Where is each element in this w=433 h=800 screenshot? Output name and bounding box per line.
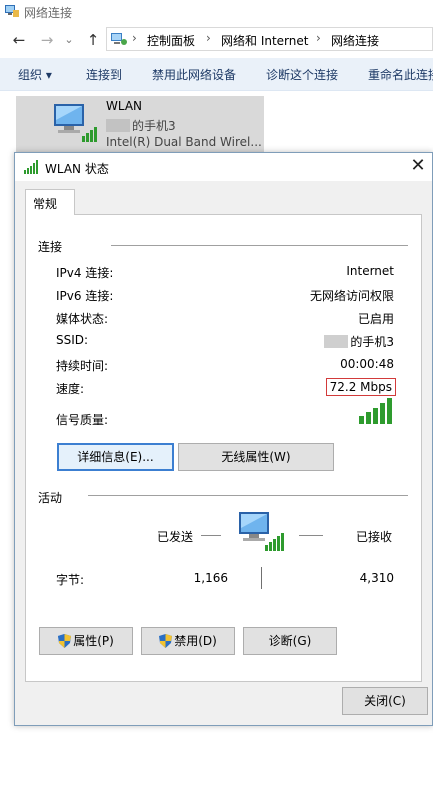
wlan-status-dialog: WLAN 状态 ✕ 常规 连接 IPv4 连接: Internet IPv6 连…	[14, 152, 433, 726]
bytes-divider	[261, 567, 262, 589]
adapter-name: Intel(R) Dual Band Wirel...	[106, 135, 262, 149]
signal-bars-icon	[24, 160, 38, 174]
control-panel-icon	[111, 33, 127, 45]
tab-general-label: 常规	[33, 197, 58, 211]
details-button[interactable]: 详细信息(E)...	[57, 443, 174, 471]
signal-strength-bars-icon	[359, 398, 392, 424]
media-state-value: 已启用	[357, 312, 394, 326]
duration-value: 00:00:48	[340, 357, 394, 371]
breadcrumb-control-panel[interactable]: 控制面板	[147, 32, 195, 49]
forward-arrow-icon[interactable]: →	[38, 31, 56, 49]
duration-label: 持续时间:	[56, 359, 109, 373]
bytes-label: 字节:	[56, 573, 85, 587]
disable-button[interactable]: 禁用(D)	[141, 627, 235, 655]
section-divider	[88, 495, 408, 496]
close-icon[interactable]: ✕	[407, 155, 429, 177]
wireless-adapter-icon	[54, 104, 97, 142]
uac-shield-icon	[58, 634, 72, 648]
ipv6-label: IPv6 连接:	[56, 289, 114, 303]
sent-bytes-value: 1,166	[193, 571, 228, 585]
ipv6-value: 无网络访问权限	[309, 289, 394, 303]
command-bar: 组织 ▾ 连接到 禁用此网络设备 诊断这个连接 重命名此连接	[0, 58, 433, 91]
connect-to-command[interactable]: 连接到	[86, 66, 122, 83]
received-line	[299, 535, 323, 536]
redacted-mask	[324, 335, 349, 348]
properties-button-label: 属性(P)	[73, 634, 114, 648]
disable-button-label: 禁用(D)	[174, 634, 217, 648]
organize-menu[interactable]: 组织 ▾	[18, 66, 52, 83]
ssid-label: SSID:	[56, 333, 89, 347]
media-state-label: 媒体状态:	[56, 312, 109, 326]
dialog-titlebar[interactable]: WLAN 状态 ✕	[15, 153, 432, 181]
ipv4-value: Internet	[346, 264, 394, 278]
wlan-connection-item[interactable]: WLAN 的手机3 Intel(R) Dual Band Wirel...	[16, 96, 264, 152]
close-button[interactable]: 关闭(C)	[342, 687, 428, 715]
explorer-titlebar: 网络连接	[0, 0, 433, 24]
received-bytes-value: 4,310	[359, 571, 394, 585]
ssid-value-text: 的手机3	[350, 335, 394, 349]
recent-locations-chevron-icon[interactable]: ⌄	[60, 31, 78, 49]
breadcrumb-network-internet[interactable]: 网络和 Internet	[221, 32, 308, 49]
received-label: 已接收	[356, 530, 393, 544]
connection-section-heading: 连接	[38, 240, 63, 254]
uac-shield-icon	[159, 634, 173, 648]
up-arrow-icon[interactable]: ↑	[84, 31, 102, 49]
breadcrumb-separator-icon: ›	[132, 31, 137, 45]
ipv4-label: IPv4 连接:	[56, 266, 114, 280]
section-divider	[111, 245, 408, 246]
disable-device-command[interactable]: 禁用此网络设备	[152, 66, 236, 83]
sent-line	[201, 535, 221, 536]
speed-value: 72.2 Mbps	[325, 378, 396, 396]
speed-label: 速度:	[56, 382, 85, 396]
breadcrumb-network-connections[interactable]: 网络连接	[331, 32, 379, 49]
connection-name: WLAN	[106, 99, 143, 113]
window-title: 网络连接	[24, 6, 73, 20]
activity-section-heading: 活动	[38, 491, 63, 505]
breadcrumb-separator-icon: ›	[316, 31, 321, 45]
signal-quality-label: 信号质量:	[56, 413, 109, 427]
diagnose-button[interactable]: 诊断(G)	[243, 627, 337, 655]
network-activity-icon	[239, 512, 284, 551]
sent-label: 已发送	[157, 530, 194, 544]
connection-ssid: 的手机3	[106, 117, 176, 134]
breadcrumb-separator-icon: ›	[206, 31, 211, 45]
wireless-properties-button[interactable]: 无线属性(W)	[178, 443, 334, 471]
ssid-value: 的手机3	[324, 333, 394, 350]
redacted-mask	[106, 119, 130, 132]
network-connections-icon	[5, 5, 19, 17]
diagnose-connection-command[interactable]: 诊断这个连接	[266, 66, 338, 83]
back-arrow-icon[interactable]: ←	[10, 31, 28, 49]
address-bar[interactable]: › 控制面板 › 网络和 Internet › 网络连接	[106, 27, 433, 51]
properties-button[interactable]: 属性(P)	[39, 627, 133, 655]
ssid-suffix: 的手机3	[132, 119, 176, 133]
dialog-title: WLAN 状态	[45, 162, 109, 176]
tab-general[interactable]: 常规	[25, 189, 75, 215]
rename-connection-command[interactable]: 重命名此连接	[368, 66, 433, 83]
